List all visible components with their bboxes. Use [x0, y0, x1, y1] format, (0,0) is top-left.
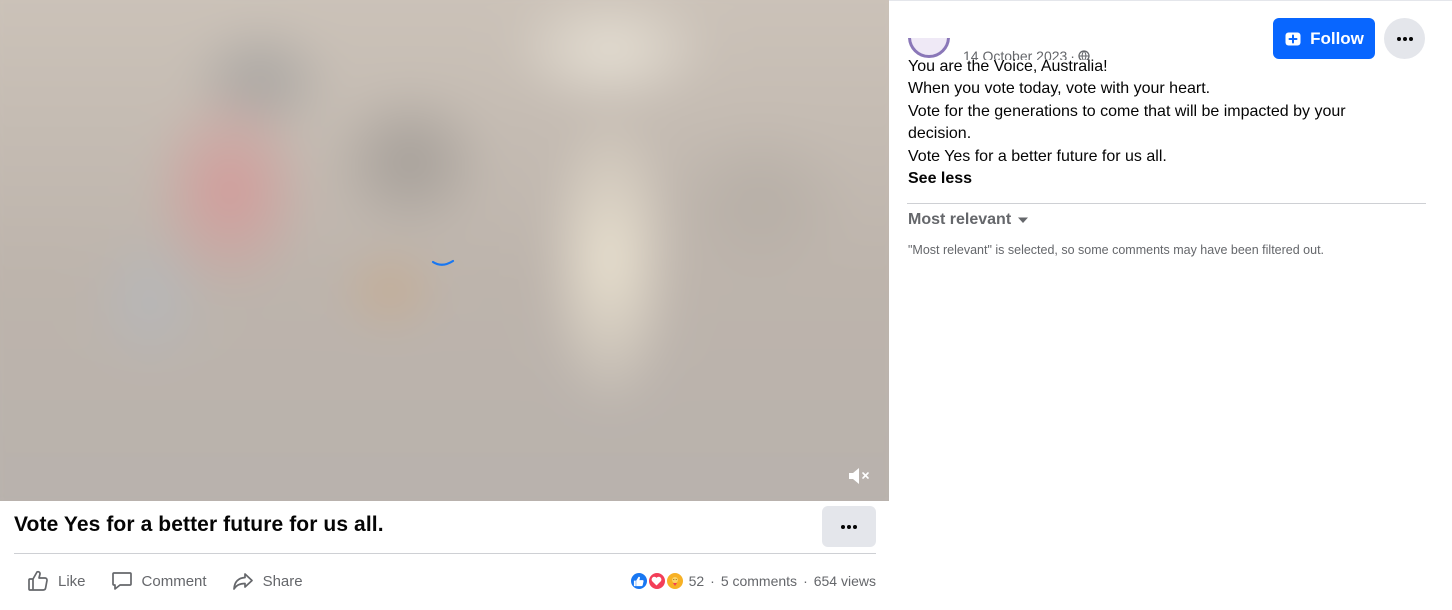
caption-line: Vote Yes for a better future for us all. [908, 147, 1167, 165]
divider [14, 553, 876, 554]
caption-line: When you vote today, vote with your hear… [908, 80, 1211, 98]
share-label: Share [262, 572, 303, 590]
separator: · [803, 573, 808, 589]
sort-label: Most relevant [908, 211, 1012, 228]
view-count: 654 views [813, 573, 876, 589]
loading-spinner-icon [431, 259, 455, 266]
video-player[interactable] [0, 0, 889, 501]
page-options-button[interactable] [1384, 18, 1425, 59]
care-reaction-icon [664, 571, 685, 591]
see-less-link[interactable]: See less [908, 168, 1408, 190]
comment-label: Comment [141, 572, 207, 590]
caption-line: You are the Voice, Australia! [908, 58, 1108, 75]
divider [907, 203, 1426, 204]
reaction-count[interactable]: 52 [689, 573, 705, 589]
mute-icon[interactable] [846, 464, 872, 488]
caption-line: decision. [908, 125, 972, 143]
add-friend-icon [1285, 32, 1301, 45]
share-icon [232, 573, 253, 590]
follow-button[interactable]: Follow [1273, 18, 1375, 59]
like-label: Like [58, 572, 86, 590]
separator: · [710, 573, 715, 589]
more-horizontal-icon [841, 524, 857, 529]
filter-note: "Most relevant" is selected, so some com… [908, 243, 1325, 257]
post-stats: 52 · 5 comments · 654 views [628, 568, 876, 594]
thumbs-up-icon [28, 570, 48, 591]
comment-button[interactable]: Comment [98, 562, 219, 600]
post-actions-bar: Like Comment Share [14, 562, 315, 600]
reactions-summary[interactable] [628, 571, 685, 591]
avatar-circle [908, 38, 950, 58]
post-title: Vote Yes for a better future for us all. [14, 513, 384, 536]
comment-count-link[interactable]: 5 comments [721, 573, 797, 589]
more-horizontal-icon [1396, 36, 1413, 41]
caption-line: Vote for the generations to come that wi… [908, 102, 1346, 120]
follow-label: Follow [1310, 28, 1364, 48]
comment-sort-dropdown[interactable]: Most relevant [908, 209, 1029, 231]
post-options-button[interactable] [822, 506, 876, 547]
love-reaction-icon [646, 571, 667, 591]
like-reaction-icon [628, 571, 649, 591]
post-caption: You are the Voice, Australia! When you v… [908, 56, 1408, 190]
share-button[interactable]: Share [219, 562, 315, 600]
comment-icon [111, 572, 132, 590]
caret-down-icon [1018, 217, 1029, 223]
like-button[interactable]: Like [14, 562, 98, 600]
